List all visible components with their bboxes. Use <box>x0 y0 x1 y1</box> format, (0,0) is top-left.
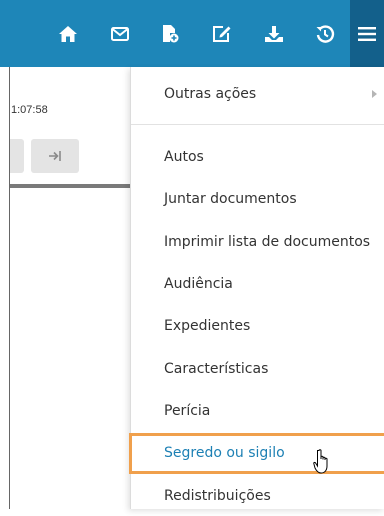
menu-item-audiencia[interactable]: Audiência <box>131 264 384 304</box>
menu-item-pericia[interactable]: Perícia <box>131 391 384 431</box>
home-button[interactable] <box>52 0 84 67</box>
edit-icon <box>213 25 231 42</box>
submenu-arrow-icon <box>372 90 377 98</box>
menu-divider <box>131 124 384 125</box>
nav-next-button[interactable] <box>10 139 24 173</box>
progress-bar <box>10 184 130 188</box>
menu-item-label: Perícia <box>164 403 211 419</box>
edit-button[interactable] <box>206 0 238 67</box>
menu-item-label: Juntar documentos <box>164 191 297 207</box>
menu-item-label: Audiência <box>164 276 233 292</box>
arrow-to-end-icon <box>49 151 61 161</box>
menu-item-label: Características <box>164 361 269 377</box>
hand-pointer-cursor-icon <box>311 449 331 479</box>
menu-item-label: Expedientes <box>164 318 251 334</box>
menu-item-expedientes[interactable]: Expedientes <box>131 306 384 346</box>
history-button[interactable] <box>309 0 341 67</box>
new-document-icon <box>163 24 179 42</box>
download-icon <box>265 25 283 42</box>
menu-item-juntar-documentos[interactable]: Juntar documentos <box>131 179 384 219</box>
menu-item-imprimir-lista[interactable]: Imprimir lista de documentos <box>131 222 384 262</box>
menu-item-label: Outras ações <box>164 86 257 102</box>
home-icon <box>59 25 77 42</box>
menu-item-caracteristicas[interactable]: Características <box>131 349 384 389</box>
menu-toggle-button[interactable] <box>350 0 384 67</box>
highlight-annotation <box>129 433 384 474</box>
hamburger-icon <box>358 26 376 41</box>
new-document-button[interactable] <box>154 0 186 67</box>
nav-last-button[interactable] <box>31 139 79 173</box>
menu-item-outras-acoes[interactable]: Outras ações <box>131 74 384 114</box>
panel-border <box>9 67 10 509</box>
menu-item-redistribuicoes[interactable]: Redistribuições <box>131 476 384 516</box>
history-icon <box>316 24 335 43</box>
mail-icon <box>111 26 129 41</box>
menu-item-label: Redistribuições <box>164 488 271 504</box>
menu-item-autos[interactable]: Autos <box>131 137 384 177</box>
top-toolbar <box>0 0 384 67</box>
mail-button[interactable] <box>104 0 136 67</box>
download-button[interactable] <box>258 0 290 67</box>
menu-item-label: Autos <box>164 149 204 165</box>
timestamp: 1:07:58 <box>11 104 48 116</box>
menu-item-label: Imprimir lista de documentos <box>164 234 371 250</box>
background-panel <box>0 67 130 509</box>
